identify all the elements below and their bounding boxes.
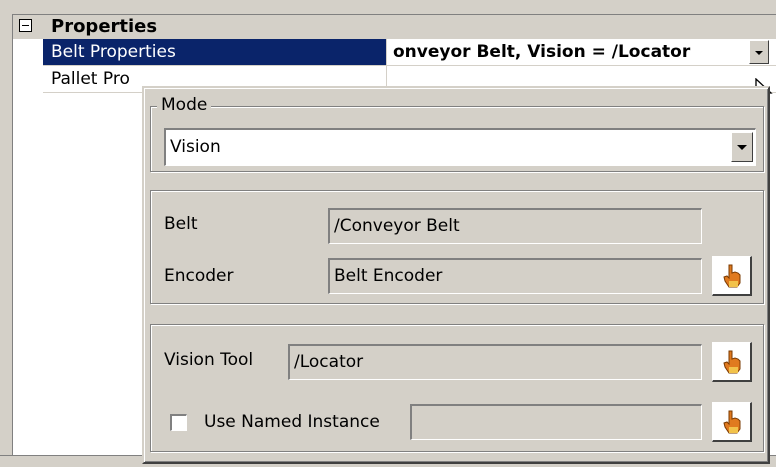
pointing-hand-icon [722, 410, 740, 433]
mode-select[interactable]: Vision [164, 128, 756, 166]
vision-tool-pick-button[interactable] [712, 342, 752, 382]
property-row-belt-properties[interactable]: Belt Properties onveyor Belt, Vision = /… [43, 39, 776, 66]
property-value: onveyor Belt, Vision = /Locator [393, 42, 691, 62]
pointing-hand-icon [722, 264, 740, 287]
vision-tool-label: Vision Tool [164, 350, 254, 370]
category-row[interactable]: Properties [13, 15, 776, 39]
vision-tool-field[interactable]: /Locator [288, 344, 702, 380]
use-named-instance-label: Use Named Instance [204, 412, 380, 432]
named-instance-pick-button[interactable] [712, 402, 752, 442]
belt-field[interactable]: /Conveyor Belt [328, 208, 702, 244]
category-label: Properties [51, 16, 158, 37]
use-named-instance-checkbox[interactable] [170, 414, 187, 431]
encoder-field[interactable]: Belt Encoder [328, 258, 702, 294]
mode-group-title: Mode [157, 95, 212, 115]
named-instance-field[interactable] [410, 404, 702, 440]
belt-label: Belt [164, 214, 198, 234]
encoder-pick-button[interactable] [712, 256, 752, 296]
pointing-hand-icon [722, 350, 740, 373]
chevron-down-icon[interactable] [731, 132, 753, 162]
belt-properties-popup: Mode Vision Belt /Conveyor Belt Encoder … [142, 86, 770, 464]
encoder-label: Encoder [164, 266, 234, 286]
dropdown-arrow-button[interactable] [749, 40, 769, 64]
property-name: Belt Properties [43, 39, 387, 65]
mode-select-value: Vision [170, 137, 221, 157]
collapse-minus-icon[interactable] [19, 19, 32, 32]
